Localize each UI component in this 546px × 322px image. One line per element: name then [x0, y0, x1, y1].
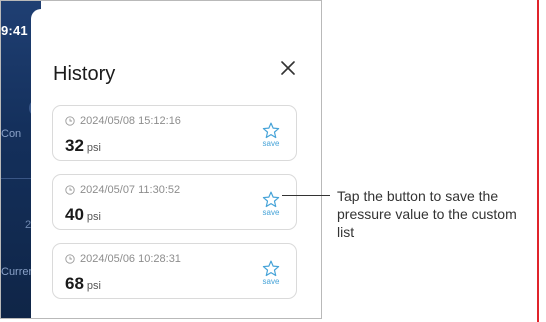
- entry-value: 32 psi: [65, 136, 101, 156]
- entry-value: 40 psi: [65, 205, 101, 225]
- entry-value: 68 psi: [65, 274, 101, 294]
- entry-timestamp: 2024/05/07 11:30:52: [65, 184, 180, 196]
- star-icon: [262, 191, 280, 208]
- background-label-1: Con: [1, 128, 22, 140]
- entry-unit: psi: [86, 142, 101, 154]
- entry-timestamp: 2024/05/08 15:12:16: [65, 115, 181, 127]
- annotation-text: Tap the button to save the pressure valu…: [337, 188, 517, 240]
- entry-timestamp-text: 2024/05/08 15:12:16: [80, 115, 181, 127]
- clock-icon: [65, 116, 75, 126]
- clock-icon: [65, 185, 75, 195]
- entry-value-number: 32: [65, 136, 84, 155]
- history-entry: 2024/05/08 15:12:16 32 psi save: [52, 105, 297, 161]
- entry-unit: psi: [86, 211, 101, 223]
- entry-unit: psi: [86, 280, 101, 292]
- history-panel: History 2024/05/08 15:12:16 32 psi save …: [31, 9, 321, 318]
- entry-timestamp-text: 2024/05/07 11:30:52: [80, 184, 181, 196]
- screen-frame: 9:41 Con 2 Curren History 2024/05/08 15:…: [0, 0, 322, 319]
- star-icon: [262, 260, 280, 277]
- save-label: save: [262, 139, 280, 148]
- entry-value-number: 68: [65, 274, 84, 293]
- annotation-leader-line: [282, 195, 330, 196]
- margin-rule: [537, 0, 539, 322]
- status-time: 9:41: [1, 23, 28, 38]
- history-entry: 2024/05/06 10:28:31 68 psi save: [52, 243, 297, 299]
- clock-icon: [65, 254, 75, 264]
- history-entry: 2024/05/07 11:30:52 40 psi save: [52, 174, 297, 230]
- close-icon: [281, 61, 295, 75]
- close-button[interactable]: [277, 57, 299, 79]
- entry-value-number: 40: [65, 205, 84, 224]
- save-label: save: [262, 277, 280, 286]
- save-label: save: [262, 208, 280, 217]
- star-icon: [262, 122, 280, 139]
- entry-timestamp: 2024/05/06 10:28:31: [65, 253, 181, 265]
- entry-timestamp-text: 2024/05/06 10:28:31: [80, 253, 181, 265]
- save-button[interactable]: save: [256, 260, 286, 290]
- background-divider: [1, 178, 33, 179]
- save-button[interactable]: save: [256, 122, 286, 152]
- panel-title: History: [53, 63, 116, 85]
- background-label-2: Curren: [1, 266, 35, 278]
